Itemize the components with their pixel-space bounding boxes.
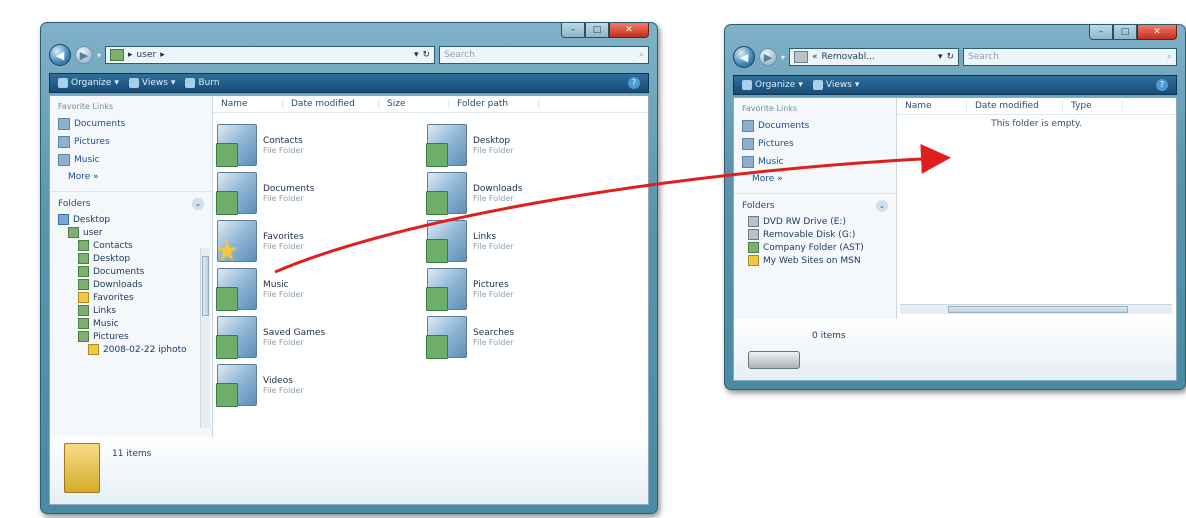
drag-arrow <box>274 143 951 274</box>
drag-arrow-line <box>274 143 951 274</box>
